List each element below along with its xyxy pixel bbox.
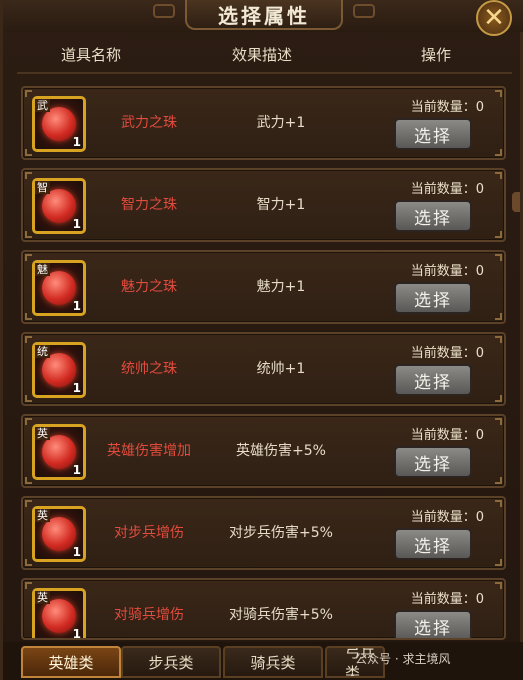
item-name: 武力之珠 bbox=[121, 115, 177, 131]
watermark-text: 公众号 · 求主境风 bbox=[355, 652, 451, 666]
item-count: 1 bbox=[72, 135, 81, 149]
column-header-desc: 效果描述 bbox=[232, 46, 293, 64]
tab-infantry[interactable]: 步兵类 bbox=[121, 646, 221, 678]
item-desc: 英雄伤害+5% bbox=[236, 443, 326, 459]
tab-cavalry[interactable]: 骑兵类 bbox=[223, 646, 323, 678]
select-button[interactable]: 选择 bbox=[394, 528, 472, 560]
title-ornament-left bbox=[153, 4, 175, 18]
header-divider bbox=[17, 72, 512, 74]
current-quantity: 当前数量：0 bbox=[410, 100, 484, 115]
item-type-badge: 统 bbox=[35, 345, 50, 358]
select-button[interactable]: 选择 bbox=[394, 364, 472, 396]
current-quantity: 当前数量：0 bbox=[410, 592, 484, 607]
item-desc: 统帅+1 bbox=[256, 361, 306, 377]
item-count: 1 bbox=[72, 299, 81, 313]
current-quantity: 当前数量：0 bbox=[410, 346, 484, 361]
item-count: 1 bbox=[72, 381, 81, 395]
title-ornament-right bbox=[353, 4, 375, 18]
current-quantity: 当前数量：0 bbox=[410, 182, 484, 197]
item-icon-frame: 英 1 bbox=[32, 588, 86, 640]
panel-title: 选择属性 bbox=[185, 0, 343, 30]
orb-icon bbox=[42, 517, 76, 551]
item-desc: 对步兵伤害+5% bbox=[229, 525, 333, 541]
select-button[interactable]: 选择 bbox=[394, 446, 472, 478]
orb-icon bbox=[42, 353, 76, 387]
item-count: 1 bbox=[72, 217, 81, 231]
item-icon-frame: 武 1 bbox=[32, 96, 86, 152]
column-header-op: 操作 bbox=[421, 46, 452, 64]
item-desc: 对骑兵伤害+5% bbox=[229, 607, 333, 623]
item-desc: 魅力+1 bbox=[256, 279, 306, 295]
item-desc: 智力+1 bbox=[256, 197, 306, 213]
category-tabs: 英雄类 步兵类 骑兵类 弓兵类 公众号 · 求主境风 bbox=[3, 642, 523, 680]
select-button[interactable]: 选择 bbox=[394, 118, 472, 150]
item-type-badge: 英 bbox=[35, 591, 50, 604]
item-name: 英雄伤害增加 bbox=[107, 443, 191, 459]
item-name: 对骑兵增伤 bbox=[114, 607, 184, 623]
current-quantity: 当前数量：0 bbox=[410, 264, 484, 279]
list-item: 英 1 对骑兵增伤 对骑兵伤害+5% 当前数量：0 选择 bbox=[21, 578, 506, 640]
select-button[interactable]: 选择 bbox=[394, 610, 472, 638]
orb-icon bbox=[42, 599, 76, 633]
current-quantity: 当前数量：0 bbox=[410, 510, 484, 525]
tab-hero[interactable]: 英雄类 bbox=[21, 646, 121, 678]
item-desc: 武力+1 bbox=[256, 115, 306, 131]
item-type-badge: 魅 bbox=[35, 263, 50, 276]
current-quantity: 当前数量：0 bbox=[410, 428, 484, 443]
item-name: 对步兵增伤 bbox=[114, 525, 184, 541]
list-item: 智 1 智力之珠 智力+1 当前数量：0 选择 bbox=[21, 168, 506, 242]
item-name: 魅力之珠 bbox=[121, 279, 177, 295]
column-header-name: 道具名称 bbox=[61, 46, 122, 64]
orb-icon bbox=[42, 271, 76, 305]
title-bar: 选择属性 ✕ bbox=[3, 0, 523, 36]
item-icon-frame: 智 1 bbox=[32, 178, 86, 234]
item-type-badge: 武 bbox=[35, 99, 50, 112]
attribute-select-panel: 选择属性 ✕ 道具名称 效果描述 操作 武 1 武力之珠 武力+1 当前数量：0… bbox=[0, 0, 523, 680]
item-type-badge: 英 bbox=[35, 509, 50, 522]
list-item: 统 1 统帅之珠 统帅+1 当前数量：0 选择 bbox=[21, 332, 506, 406]
orb-icon bbox=[42, 107, 76, 141]
close-icon[interactable]: ✕ bbox=[476, 0, 512, 36]
item-type-badge: 智 bbox=[35, 181, 50, 194]
item-name: 统帅之珠 bbox=[121, 361, 177, 377]
item-icon-frame: 统 1 bbox=[32, 342, 86, 398]
list-item: 英 1 英雄伤害增加 英雄伤害+5% 当前数量：0 选择 bbox=[21, 414, 506, 488]
item-type-badge: 英 bbox=[35, 427, 50, 440]
item-count: 1 bbox=[72, 545, 81, 559]
select-button[interactable]: 选择 bbox=[394, 282, 472, 314]
item-name: 智力之珠 bbox=[121, 197, 177, 213]
orb-icon bbox=[42, 189, 76, 223]
list-item: 魅 1 魅力之珠 魅力+1 当前数量：0 选择 bbox=[21, 250, 506, 324]
item-icon-frame: 魅 1 bbox=[32, 260, 86, 316]
scroll-indicator[interactable] bbox=[512, 192, 520, 212]
list-item: 武 1 武力之珠 武力+1 当前数量：0 选择 bbox=[21, 86, 506, 160]
item-count: 1 bbox=[72, 627, 81, 640]
column-headers: 道具名称 效果描述 操作 bbox=[3, 40, 523, 68]
item-icon-frame: 英 1 bbox=[32, 506, 86, 562]
orb-icon bbox=[42, 435, 76, 469]
item-icon-frame: 英 1 bbox=[32, 424, 86, 480]
item-count: 1 bbox=[72, 463, 81, 477]
list-item: 英 1 对步兵增伤 对步兵伤害+5% 当前数量：0 选择 bbox=[21, 496, 506, 570]
select-button[interactable]: 选择 bbox=[394, 200, 472, 232]
